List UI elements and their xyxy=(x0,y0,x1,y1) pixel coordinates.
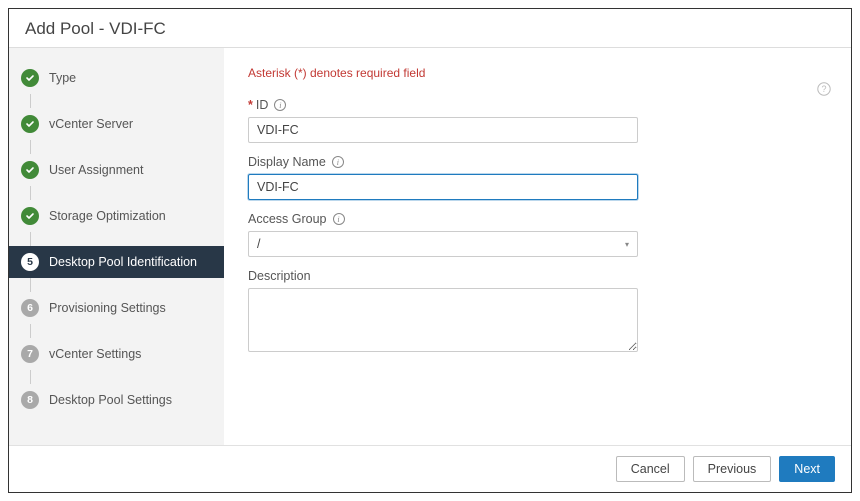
form-panel: Asterisk (*) denotes required field ? *I… xyxy=(224,48,851,445)
next-button[interactable]: Next xyxy=(779,456,835,482)
step-number-icon: 6 xyxy=(21,299,39,317)
step-connector xyxy=(30,278,31,292)
step-connector xyxy=(30,140,31,154)
wizard-step-4[interactable]: Storage Optimization xyxy=(9,200,224,232)
wizard-step-2[interactable]: vCenter Server xyxy=(9,108,224,140)
wizard-step-5[interactable]: 5 Desktop Pool Identification xyxy=(9,246,224,278)
step-number-icon: 5 xyxy=(21,253,39,271)
previous-button[interactable]: Previous xyxy=(693,456,772,482)
access-group-value: / xyxy=(257,237,260,251)
access-group-select[interactable]: / ▾ xyxy=(248,231,638,257)
wizard-step-label: Provisioning Settings xyxy=(49,301,166,315)
step-number-icon: 8 xyxy=(21,391,39,409)
checkmark-icon xyxy=(21,161,39,179)
wizard-step-label: vCenter Settings xyxy=(49,347,141,361)
info-icon[interactable]: i xyxy=(333,213,345,225)
chevron-down-icon: ▾ xyxy=(625,240,629,249)
access-group-label: Access Group xyxy=(248,212,327,226)
wizard-step-label: User Assignment xyxy=(49,163,143,177)
wizard-step-label: Storage Optimization xyxy=(49,209,166,223)
wizard-step-label: Type xyxy=(49,71,76,85)
field-id: *ID i xyxy=(248,98,827,143)
wizard-step-8[interactable]: 8 Desktop Pool Settings xyxy=(9,384,224,416)
display-name-input[interactable] xyxy=(248,174,638,200)
id-label: ID xyxy=(256,98,269,112)
description-label-row: Description xyxy=(248,269,827,283)
field-display-name: Display Name i xyxy=(248,155,827,200)
description-label: Description xyxy=(248,269,311,283)
checkmark-icon xyxy=(21,207,39,225)
dialog-title: Add Pool - VDI-FC xyxy=(9,9,851,48)
wizard-step-7[interactable]: 7 vCenter Settings xyxy=(9,338,224,370)
step-number-icon: 7 xyxy=(21,345,39,363)
dialog-footer: Cancel Previous Next xyxy=(9,445,851,492)
display-name-label-row: Display Name i xyxy=(248,155,827,169)
wizard-step-6[interactable]: 6 Provisioning Settings xyxy=(9,292,224,324)
required-note: Asterisk (*) denotes required field xyxy=(248,66,827,80)
id-label-row: *ID i xyxy=(248,98,827,112)
access-group-label-row: Access Group i xyxy=(248,212,827,226)
required-asterisk: * xyxy=(248,98,253,112)
dialog-body: Type vCenter Server User Assignment Storage… xyxy=(9,48,851,445)
step-connector xyxy=(30,232,31,246)
checkmark-icon xyxy=(21,69,39,87)
add-pool-dialog: Add Pool - VDI-FC Type vCenter Server User… xyxy=(8,8,852,493)
field-access-group: Access Group i / ▾ xyxy=(248,212,827,257)
step-connector xyxy=(30,94,31,108)
info-icon[interactable]: i xyxy=(332,156,344,168)
field-description: Description xyxy=(248,269,827,357)
help-icon[interactable]: ? xyxy=(817,82,831,101)
checkmark-icon xyxy=(21,115,39,133)
cancel-button[interactable]: Cancel xyxy=(616,456,685,482)
wizard-sidebar[interactable]: Type vCenter Server User Assignment Storage… xyxy=(9,48,224,445)
step-connector xyxy=(30,186,31,200)
wizard-step-3[interactable]: User Assignment xyxy=(9,154,224,186)
wizard-step-label: Desktop Pool Settings xyxy=(49,393,172,407)
svg-text:?: ? xyxy=(821,84,826,94)
wizard-step-1[interactable]: Type xyxy=(9,62,224,94)
wizard-step-label: vCenter Server xyxy=(49,117,133,131)
step-connector xyxy=(30,324,31,338)
info-icon[interactable]: i xyxy=(274,99,286,111)
description-textarea[interactable] xyxy=(248,288,638,352)
display-name-label: Display Name xyxy=(248,155,326,169)
id-input[interactable] xyxy=(248,117,638,143)
step-connector xyxy=(30,370,31,384)
wizard-step-label: Desktop Pool Identification xyxy=(49,255,197,269)
